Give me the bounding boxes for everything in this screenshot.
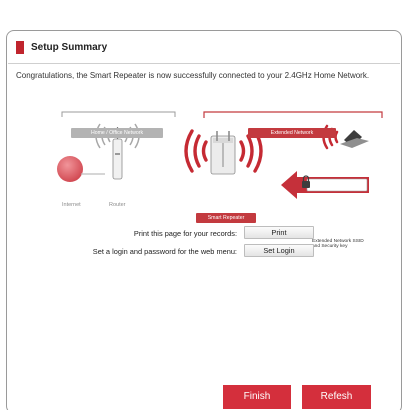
success-message: Congratulations, the Smart Repeater is n… (16, 71, 370, 80)
ssid-callout-text: Extended Network SSID and Security key (312, 239, 370, 249)
finish-button[interactable]: Finish (223, 385, 291, 409)
panel-title: Setup Summary (31, 42, 108, 53)
network-diagram: Home / Office Network Extended Network I… (7, 91, 403, 249)
refresh-button[interactable]: Refesh (302, 385, 371, 409)
extended-network-bracket (203, 111, 383, 118)
print-button[interactable]: Print (244, 226, 314, 239)
header-divider (8, 63, 400, 64)
set-login-button[interactable]: Set Login (244, 244, 314, 257)
print-instruction: Print this page for your records: (133, 229, 237, 238)
setup-summary-panel: Setup Summary Congratulations, the Smart… (6, 30, 402, 410)
home-network-tag: Home / Office Network (71, 128, 163, 138)
panel-header: Setup Summary (16, 41, 107, 54)
home-network-bracket (61, 111, 176, 117)
network-diagram-graphic (57, 111, 383, 199)
router-label: Router (109, 202, 126, 208)
header-marker (16, 41, 24, 54)
login-instruction: Set a login and password for the web men… (92, 247, 237, 256)
extended-network-tag: Extended Network (248, 128, 336, 138)
internet-globe-icon (57, 156, 105, 182)
internet-label: Internet (62, 202, 81, 208)
callout-line-2: and Security key (312, 244, 348, 249)
ssid-callout-arrow (281, 171, 369, 199)
smart-repeater-tag: Smart Repeater (196, 213, 256, 223)
